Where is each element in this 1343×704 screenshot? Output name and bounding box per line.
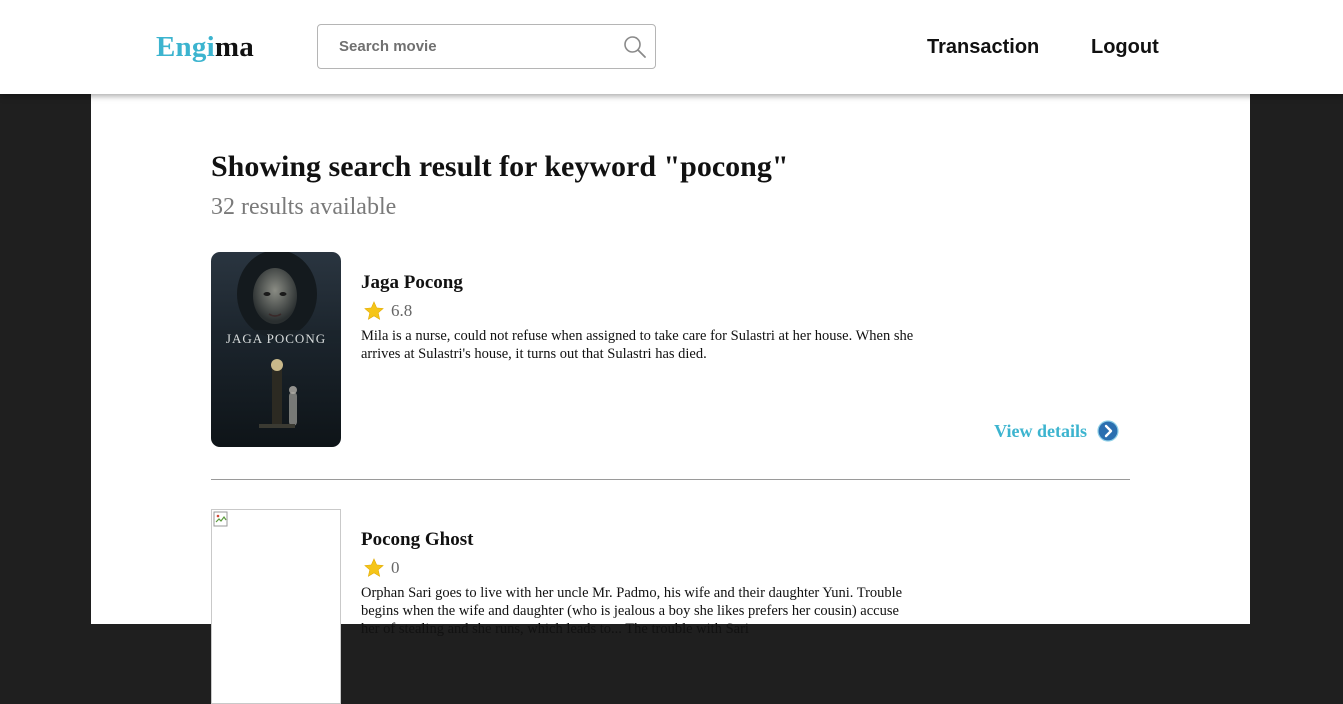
search-input[interactable] bbox=[318, 25, 608, 68]
poster-image: JAGA POCONG bbox=[211, 252, 341, 447]
page-title: Showing search result for keyword "pocon… bbox=[211, 150, 789, 183]
logo[interactable]: Engima bbox=[156, 30, 254, 64]
movie-poster[interactable]: JAGA POCONG bbox=[211, 252, 341, 447]
logo-part-a: Engi bbox=[156, 31, 215, 63]
search-icon[interactable] bbox=[623, 35, 647, 59]
results-count: 32 results available bbox=[211, 194, 397, 220]
movie-synopsis: Orphan Sari goes to live with her uncle … bbox=[361, 585, 903, 637]
broken-image-icon bbox=[213, 511, 228, 527]
logo-part-b: ma bbox=[214, 31, 254, 63]
result-item: JAGA POCONG Jaga Pocong 6.8 Mila is a nu… bbox=[211, 252, 1129, 480]
view-details-link[interactable]: View details bbox=[994, 420, 1119, 442]
search-box bbox=[317, 24, 656, 69]
movie-title[interactable]: Pocong Ghost bbox=[361, 528, 473, 552]
star-icon bbox=[364, 558, 384, 577]
movie-synopsis: Mila is a nurse, could not refuse when a… bbox=[361, 328, 914, 362]
top-navbar: Engima Transaction Logout bbox=[0, 0, 1343, 94]
nav-logout-link[interactable]: Logout bbox=[1091, 36, 1159, 58]
nav-transaction-link[interactable]: Transaction bbox=[927, 36, 1039, 58]
view-details-label: View details bbox=[994, 420, 1087, 441]
main-content: Showing search result for keyword "pocon… bbox=[91, 94, 1250, 704]
movie-poster[interactable] bbox=[211, 509, 341, 704]
movie-rating: 0 bbox=[363, 556, 400, 580]
poster-title-text: JAGA POCONG bbox=[226, 331, 326, 346]
rating-value: 6.8 bbox=[391, 301, 413, 320]
result-divider bbox=[211, 479, 1130, 480]
rating-value: 0 bbox=[391, 558, 400, 577]
star-icon bbox=[364, 301, 384, 320]
movie-rating: 6.8 bbox=[363, 299, 412, 323]
movie-title[interactable]: Jaga Pocong bbox=[361, 271, 463, 295]
arrow-circle-icon[interactable] bbox=[1097, 420, 1119, 442]
result-item: Pocong Ghost 0 Orphan Sari goes to live … bbox=[211, 509, 1129, 704]
